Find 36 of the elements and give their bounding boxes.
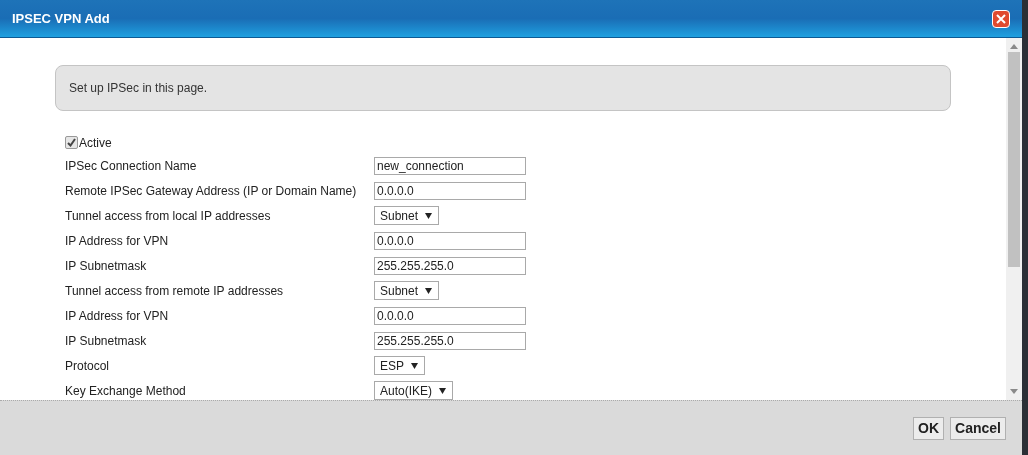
input-field[interactable]: 255.255.255.0 <box>374 256 526 275</box>
dropdown[interactable]: ESP <box>374 356 425 375</box>
field-label: IP Address for VPN <box>65 307 170 325</box>
window-title: IPSEC VPN Add <box>12 9 110 28</box>
dialog-button[interactable]: OK <box>913 416 945 440</box>
scroll-down-icon[interactable] <box>1010 389 1018 395</box>
close-icon <box>996 13 1006 24</box>
field-label: Key Exchange Method <box>65 382 187 400</box>
caret-icon <box>411 362 418 369</box>
dropdown[interactable]: Auto(IKE) <box>374 381 454 400</box>
field-label: IP Subnetmask <box>65 257 148 275</box>
dropdown[interactable]: Subnet <box>374 281 440 300</box>
dialog-button[interactable]: Cancel <box>950 416 1006 440</box>
caret-icon <box>425 287 433 294</box>
checkbox-label: Active <box>79 134 112 152</box>
field-label: Protocol <box>65 357 111 375</box>
input-field[interactable]: 0.0.0.0 <box>374 231 526 250</box>
caret-icon <box>439 387 447 394</box>
checkbox[interactable] <box>65 136 78 149</box>
scrollbar[interactable] <box>1006 38 1022 400</box>
input-field[interactable]: 0.0.0.0 <box>374 181 526 200</box>
input-field[interactable]: new_connection <box>374 156 526 175</box>
scroll-up-icon[interactable] <box>1010 43 1018 49</box>
field-label: IP Address for VPN <box>65 232 170 250</box>
field-label: IP Subnetmask <box>65 332 148 350</box>
dropdown[interactable]: Subnet <box>374 206 440 225</box>
close-button[interactable] <box>992 9 1010 28</box>
input-field[interactable]: 255.255.255.0 <box>374 331 526 350</box>
scroll-thumb[interactable] <box>1008 52 1020 267</box>
info-panel: Set up IPSec in this page. <box>55 65 951 111</box>
input-field[interactable]: 0.0.0.0 <box>374 306 526 325</box>
field-label: Tunnel access from local IP addresses <box>65 207 272 225</box>
field-label: IPSec Connection Name <box>65 157 198 175</box>
caret-icon <box>425 212 433 219</box>
field-label: Tunnel access from remote IP addresses <box>65 282 285 300</box>
field-label: Remote IPSec Gateway Address (IP or Domain Name) <box>65 182 358 200</box>
